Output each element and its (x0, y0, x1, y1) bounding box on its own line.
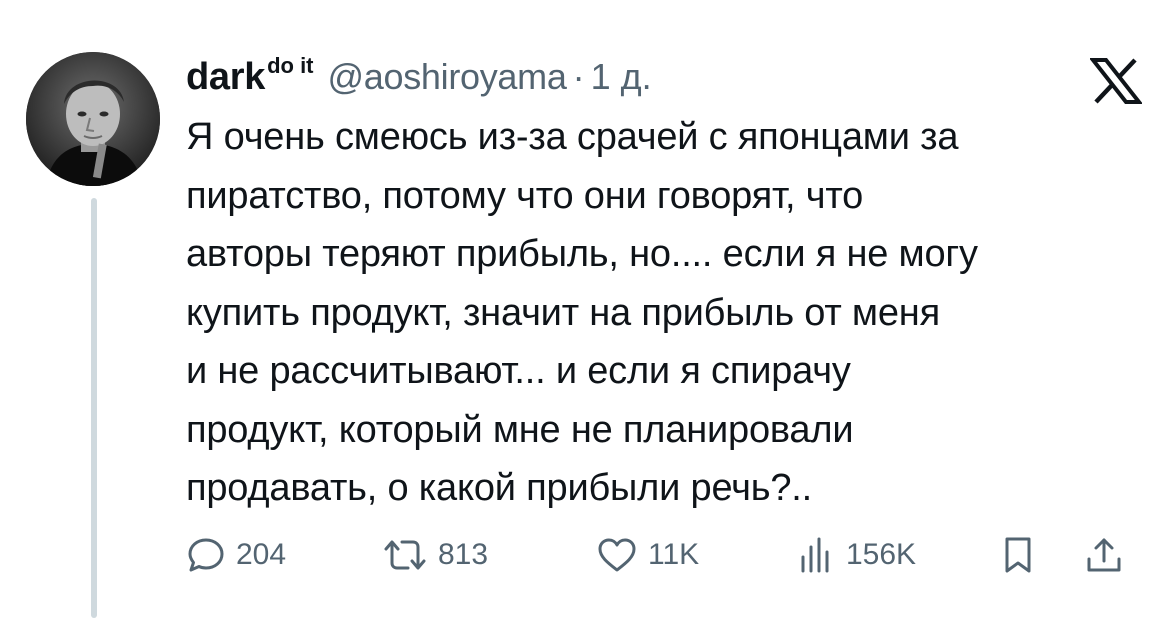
tweet-text: Я очень смеюсь из-за срачей с японцами з… (186, 108, 1156, 518)
thread-line (91, 198, 97, 618)
reply-button[interactable]: 204 (186, 530, 286, 580)
like-count: 11K (648, 538, 700, 571)
tweet-text-line: купить продукт, значит на прибыль от мен… (186, 291, 940, 334)
tweet-text-line: Я очень смеюсь из-за срачей с японцами з… (186, 116, 959, 158)
share-button[interactable] (1084, 530, 1124, 580)
author-display-name-superscript[interactable]: do it (267, 53, 313, 79)
views-icon (801, 537, 829, 573)
bookmark-icon (1005, 537, 1031, 573)
x-logo-icon (1088, 58, 1144, 104)
like-icon (598, 538, 636, 572)
tweet-text-line: продукт, который мне не планировали (186, 408, 854, 451)
meta-separator: · (572, 56, 585, 97)
share-icon (1087, 538, 1121, 572)
views-button[interactable]: 156K (796, 530, 916, 580)
bookmark-button[interactable] (998, 530, 1038, 580)
reply-icon (188, 538, 224, 572)
reply-count: 204 (236, 538, 287, 571)
repost-count: 813 (438, 538, 489, 571)
repost-icon (384, 540, 426, 570)
author-handle[interactable]: @aoshiroyama (328, 56, 567, 98)
like-button[interactable]: 11K (596, 530, 699, 580)
author-display-name[interactable]: dark (186, 56, 265, 99)
avatar-photo-icon (26, 52, 160, 186)
avatar[interactable] (26, 52, 160, 186)
tweet-text-line: продавать, о какой прибыли речь?.. (186, 467, 812, 509)
tweet-text-line: пиратство, потому что они говорят, что (186, 174, 864, 217)
tweet-text-line: авторы теряют прибыль, но.... если я не … (186, 233, 978, 275)
tweet-header: dark do it @aoshiroyama · 1 д. (186, 53, 1086, 104)
tweet-actions: 204 813 11K 156K (186, 530, 1146, 580)
repost-button[interactable]: 813 (382, 530, 488, 580)
views-count: 156K (846, 538, 917, 571)
tweet-text-line: и не рассчитывают... и если я спирачу (186, 350, 851, 392)
tweet-timestamp[interactable]: 1 д. (591, 56, 652, 98)
